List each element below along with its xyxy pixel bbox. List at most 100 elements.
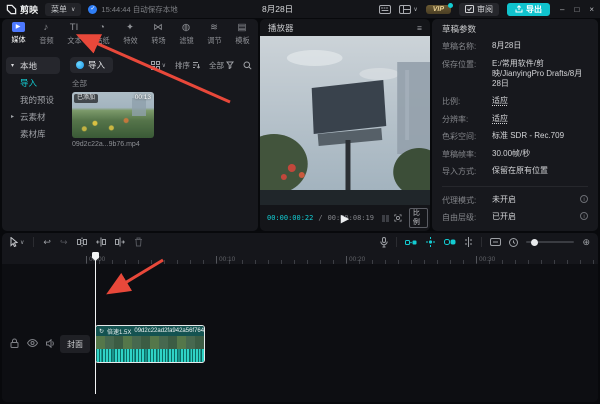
media-item[interactable]: 已添加 00:13 09d2c22a...9b76.mp4 bbox=[72, 92, 154, 148]
info-icon[interactable]: i bbox=[580, 194, 588, 203]
lock-track-icon[interactable] bbox=[10, 338, 19, 348]
search-button[interactable] bbox=[243, 61, 252, 70]
tab-label: 调节 bbox=[206, 36, 222, 45]
review-icon bbox=[465, 5, 475, 13]
sticker-icon: ◔ bbox=[99, 22, 105, 33]
clip-speed: 倍速1.5X bbox=[107, 329, 132, 336]
track-height-icon bbox=[490, 238, 502, 246]
media-toolbar: 导入 ∨ 排序 全部 bbox=[64, 52, 258, 75]
tab-effect[interactable]: ✦ 特效 bbox=[116, 22, 144, 52]
timeline-zoom-slider[interactable] bbox=[526, 238, 575, 246]
layout-switch-icon[interactable]: ∨ bbox=[399, 4, 418, 14]
adjust-track-height-button[interactable] bbox=[490, 238, 502, 246]
auto-snap-toggle[interactable] bbox=[425, 237, 436, 247]
frame-step-icon[interactable] bbox=[381, 214, 389, 222]
main-track-magnet-toggle[interactable] bbox=[405, 238, 417, 247]
tab-text[interactable]: TI 文本 bbox=[60, 22, 88, 52]
caret-icon: ▸ bbox=[11, 114, 15, 120]
sidebar-item-local[interactable]: ▾ 本地 bbox=[6, 57, 60, 74]
param-label: 分辨率: bbox=[442, 114, 469, 124]
select-tool-button[interactable]: ∨ bbox=[10, 237, 24, 247]
tab-transition[interactable]: ⋈ 转场 bbox=[144, 22, 172, 52]
timer-button[interactable] bbox=[509, 237, 519, 247]
tab-label: 音频 bbox=[38, 36, 54, 45]
tab-bar: ▶ 媒体 ♪ 音频 TI 文本 ◔ 贴纸 ✦ 特效 ⋈ 转场 ◍ 滤镜 ≋ 调节 ▤ 模板 bbox=[2, 19, 258, 52]
delete-left-button[interactable] bbox=[95, 237, 106, 247]
maximize-button[interactable]: □ bbox=[574, 5, 579, 14]
param-label: 保存位置: bbox=[442, 59, 477, 69]
sort-button[interactable]: 排序 bbox=[175, 60, 200, 71]
playhead[interactable] bbox=[95, 252, 96, 394]
sidebar-item-my-presets[interactable]: 我的预设 bbox=[6, 91, 60, 108]
minimize-button[interactable]: – bbox=[560, 5, 564, 14]
view-mode-button[interactable]: ∨ bbox=[150, 60, 166, 70]
filter-button[interactable]: 全部 bbox=[209, 60, 234, 71]
titlebar-right: ∨ VIP 审阅 导出 – □ × bbox=[379, 2, 594, 16]
hide-track-icon[interactable] bbox=[27, 339, 38, 347]
sidebar-item-asset-library[interactable]: 素材库 bbox=[6, 125, 60, 142]
media-thumbnail: 已添加 00:13 bbox=[72, 92, 154, 138]
vip-badge[interactable]: VIP bbox=[425, 2, 454, 14]
redo-button[interactable]: ↪ bbox=[60, 237, 68, 248]
export-button[interactable]: 导出 bbox=[507, 2, 551, 16]
media-section-label: 全部 bbox=[72, 79, 87, 88]
template-icon: ▤ bbox=[237, 22, 247, 33]
shortcut-keyboard-icon[interactable] bbox=[379, 4, 392, 14]
draft-params-rows: 草稿名称: 8月28日 保存位置: E:/常用软件/剪映/JianyingPro Dr… bbox=[432, 41, 598, 230]
mute-track-icon[interactable] bbox=[46, 338, 56, 348]
close-button[interactable]: × bbox=[589, 5, 594, 14]
undo-button[interactable]: ↩ bbox=[43, 237, 51, 248]
chevron-down-icon: ∨ bbox=[413, 6, 418, 13]
param-row-frame-rate: 草稿帧率: 30.00帧/秒 bbox=[442, 149, 588, 160]
param-label: 自由层级: bbox=[442, 213, 477, 223]
delete-right-button[interactable] bbox=[114, 237, 125, 247]
clip-thumbnails bbox=[96, 336, 204, 349]
info-icon[interactable]: i bbox=[580, 212, 588, 221]
video-frame bbox=[260, 36, 430, 205]
timeline-clip[interactable]: ↻ 倍速1.5X 09d2c22ad2fa942a56f764e764... bbox=[95, 325, 205, 363]
tab-template[interactable]: ▤ 模板 bbox=[228, 22, 256, 52]
media-panel: ▶ 媒体 ♪ 音频 TI 文本 ◔ 贴纸 ✦ 特效 ⋈ 转场 ◍ 滤镜 ≋ 调节 ▤ 模板 ▾ 本地 导入 我的预设 ▸ 云… bbox=[2, 19, 258, 231]
zoom-slider-knob[interactable] bbox=[531, 238, 539, 246]
timeline-ruler[interactable]: 00:00 00:10 00:20 00:30 bbox=[2, 251, 598, 264]
tab-filter[interactable]: ◍ 滤镜 bbox=[172, 22, 200, 52]
tab-audio[interactable]: ♪ 音频 bbox=[32, 22, 60, 52]
play-button[interactable]: ▶ bbox=[341, 212, 349, 225]
record-voiceover-button[interactable] bbox=[380, 236, 389, 248]
split-button[interactable] bbox=[76, 237, 87, 247]
delete-button[interactable] bbox=[134, 237, 143, 247]
player-menu-icon[interactable]: ≡ bbox=[417, 23, 422, 33]
sidebar-item-cloud-assets[interactable]: ▸ 云素材 bbox=[6, 108, 60, 125]
video-preview[interactable] bbox=[260, 36, 430, 205]
effect-icon: ✦ bbox=[126, 22, 134, 33]
param-value-save-location: E:/常用软件/剪映/JianyingPro Drafts/8月28日 bbox=[492, 58, 583, 89]
linkage-toggle[interactable] bbox=[444, 238, 456, 246]
import-button[interactable]: 导入 bbox=[70, 57, 114, 73]
media-filename: 09d2c22a...9b76.mp4 bbox=[72, 141, 140, 148]
param-value-resolution[interactable]: 适应 bbox=[492, 114, 588, 125]
total-duration: 00:00:08:19 bbox=[327, 214, 374, 222]
param-value-proxy-mode: 未开启 bbox=[492, 194, 516, 204]
grid-view-icon bbox=[150, 60, 160, 70]
filter-icon: ◍ bbox=[181, 22, 191, 33]
zoom-in-button[interactable]: ⊕ bbox=[582, 237, 590, 248]
tab-adjust[interactable]: ≋ 调节 bbox=[200, 22, 228, 52]
preview-axis-toggle[interactable] bbox=[464, 237, 473, 247]
export-icon bbox=[515, 5, 523, 13]
caret-icon: ▾ bbox=[11, 63, 15, 69]
clip-label: ↻ 倍速1.5X 09d2c22ad2fa942a56f764e764... bbox=[96, 326, 204, 336]
adjust-icon: ≋ bbox=[210, 22, 218, 33]
param-label: 草稿帧率: bbox=[442, 149, 477, 159]
cover-button[interactable]: 封面 bbox=[60, 335, 90, 353]
ratio-button[interactable]: 比例 bbox=[408, 208, 428, 228]
preview-quality-icon[interactable] bbox=[394, 213, 402, 223]
review-button[interactable]: 审阅 bbox=[459, 2, 500, 16]
param-value-ratio[interactable]: 适应 bbox=[492, 96, 588, 107]
menu-button[interactable]: 菜单 ∨ bbox=[45, 2, 82, 16]
tab-sticker[interactable]: ◔ 贴纸 bbox=[88, 22, 116, 52]
tab-media[interactable]: ▶ 媒体 bbox=[4, 22, 32, 52]
sidebar-item-import[interactable]: 导入 bbox=[6, 74, 60, 91]
tab-label: 转场 bbox=[150, 36, 166, 45]
timeline-tracks: 封面 ↻ 倍速1.5X 09d2c22ad2fa942a56f764e764..… bbox=[2, 252, 598, 402]
tab-label: 滤镜 bbox=[178, 36, 194, 45]
